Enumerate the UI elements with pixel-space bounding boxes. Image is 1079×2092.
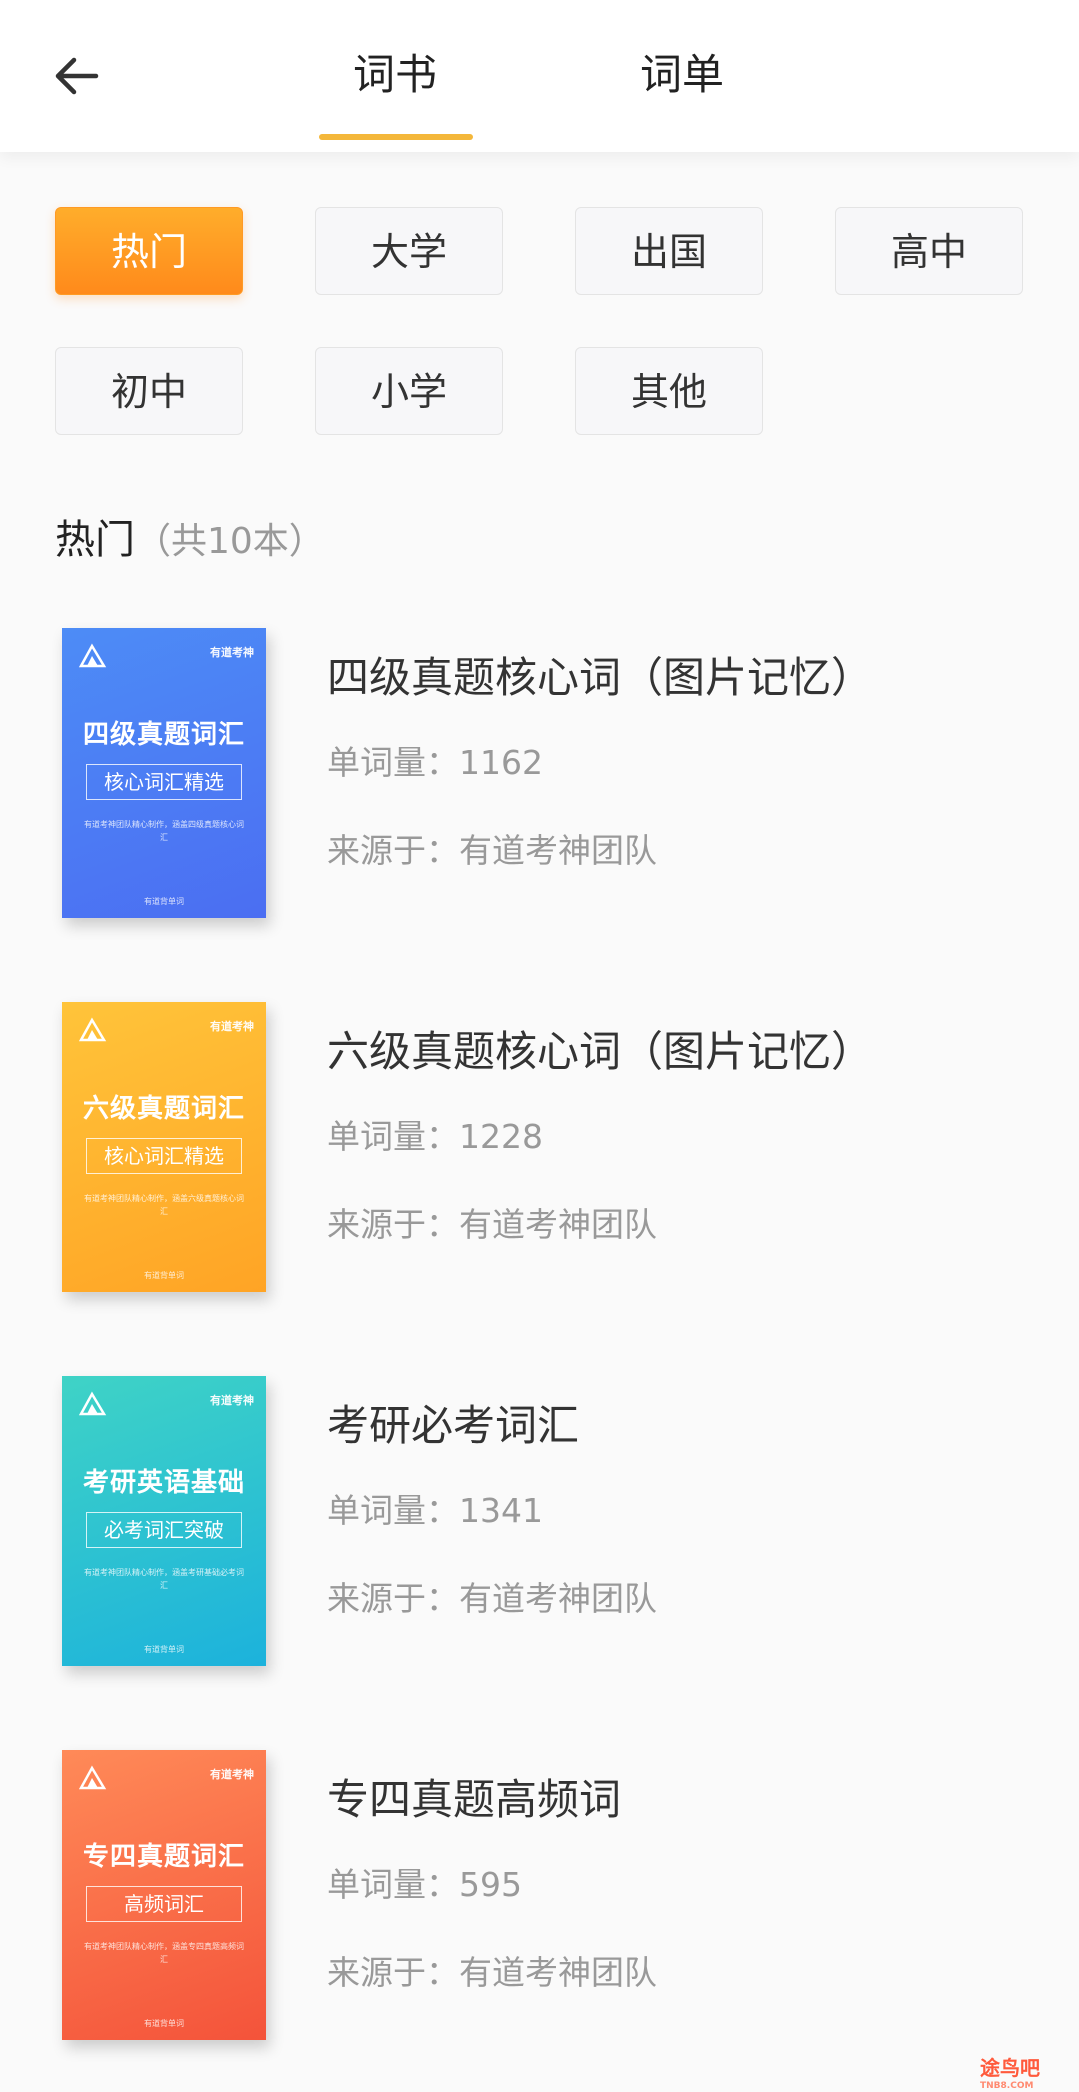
tab-word-books[interactable]: 词书 — [305, 40, 485, 110]
book-cover: 有道考神 四级真题词汇 核心词汇精选 有道考神团队精心制作，涵盖四级真题核心词汇… — [62, 628, 266, 918]
book-title: 专四真题高频词 — [327, 1775, 622, 1824]
cover-title: 考研英语基础 — [82, 1468, 245, 1498]
category-primary-school-chip[interactable]: 小学 — [315, 347, 503, 435]
book-word-count: 单词量：1162 — [327, 743, 543, 782]
cover-subtitle: 必考词汇突破 — [86, 1512, 242, 1548]
book-word-count: 单词量：1341 — [327, 1491, 543, 1530]
book-title: 考研必考词汇 — [327, 1401, 580, 1450]
book-word-count: 单词量：1228 — [327, 1117, 543, 1156]
book-source: 来源于：有道考神团队 — [327, 1953, 657, 1992]
page: 词书 词单 热门 大学 出国 高中 初中 小学 其他 热门（共10本） 有道考神… — [0, 0, 1079, 2092]
youdao-logo-icon — [78, 1391, 107, 1416]
book-cover: 有道考神 六级真题词汇 核心词汇精选 有道考神团队精心制作，涵盖六级真题核心词汇… — [62, 1002, 266, 1292]
section-title-label: 热门 — [55, 517, 135, 563]
book-word-count: 单词量：595 — [327, 1865, 522, 1904]
book-source: 来源于：有道考神团队 — [327, 831, 657, 870]
book-list-item[interactable]: 有道考神 专四真题词汇 高频词汇 有道考神团队精心制作，涵盖专四真题高频词汇 有… — [0, 1750, 1079, 2050]
cover-footer: 有道背单词 — [144, 897, 184, 906]
category-hot-chip[interactable]: 热门 — [55, 207, 243, 295]
book-title: 四级真题核心词（图片记忆） — [327, 653, 874, 702]
book-source: 来源于：有道考神团队 — [327, 1205, 657, 1244]
category-middle-school-chip[interactable]: 初中 — [55, 347, 243, 435]
section-title: 热门（共10本） — [55, 510, 325, 570]
cover-title: 六级真题词汇 — [82, 1094, 245, 1124]
tab-word-lists[interactable]: 词单 — [592, 40, 772, 110]
book-list-item[interactable]: 有道考神 四级真题词汇 核心词汇精选 有道考神团队精心制作，涵盖四级真题核心词汇… — [0, 628, 1079, 928]
back-button[interactable] — [44, 44, 108, 108]
youdao-logo-icon — [78, 1017, 107, 1042]
cover-footer: 有道背单词 — [144, 1645, 184, 1654]
book-source: 来源于：有道考神团队 — [327, 1579, 657, 1618]
category-high-school-chip[interactable]: 高中 — [835, 207, 1023, 295]
book-cover: 有道考神 考研英语基础 必考词汇突破 有道考神团队精心制作，涵盖考研基础必考词汇… — [62, 1376, 266, 1666]
book-cover: 有道考神 专四真题词汇 高频词汇 有道考神团队精心制作，涵盖专四真题高频词汇 有… — [62, 1750, 266, 2040]
youdao-logo-icon — [78, 1765, 107, 1790]
watermark-text: 途鸟吧 — [980, 2056, 1040, 2080]
site-watermark: 途鸟吧 TNB8.COM — [980, 2052, 1040, 2091]
cover-description: 有道考神团队精心制作，涵盖专四真题高频词汇 — [84, 1942, 244, 1964]
cover-brand: 有道考神 — [210, 1020, 254, 1033]
cover-description: 有道考神团队精心制作，涵盖四级真题核心词汇 — [84, 820, 244, 842]
cover-subtitle: 核心词汇精选 — [86, 1138, 242, 1174]
cover-footer: 有道背单词 — [144, 2019, 184, 2028]
cover-subtitle: 高频词汇 — [86, 1886, 242, 1922]
cover-footer: 有道背单词 — [144, 1271, 184, 1280]
category-abroad-chip[interactable]: 出国 — [575, 207, 763, 295]
cover-description: 有道考神团队精心制作，涵盖六级真题核心词汇 — [84, 1194, 244, 1216]
arrow-left-icon — [55, 57, 99, 95]
cover-title: 四级真题词汇 — [82, 720, 245, 750]
section-book-count: （共10本） — [135, 521, 325, 562]
youdao-logo-icon — [78, 643, 107, 668]
cover-subtitle: 核心词汇精选 — [86, 764, 242, 800]
category-university-chip[interactable]: 大学 — [315, 207, 503, 295]
category-other-chip[interactable]: 其他 — [575, 347, 763, 435]
cover-title: 专四真题词汇 — [82, 1842, 245, 1872]
active-tab-indicator — [319, 134, 473, 140]
cover-brand: 有道考神 — [210, 1768, 254, 1781]
book-title: 六级真题核心词（图片记忆） — [327, 1027, 874, 1076]
cover-description: 有道考神团队精心制作，涵盖考研基础必考词汇 — [84, 1568, 244, 1590]
top-bar: 词书 词单 — [0, 0, 1079, 152]
watermark-subtext: TNB8.COM — [980, 2081, 1034, 2091]
cover-brand: 有道考神 — [210, 646, 254, 659]
book-list-item[interactable]: 有道考神 六级真题词汇 核心词汇精选 有道考神团队精心制作，涵盖六级真题核心词汇… — [0, 1002, 1079, 1302]
book-list-item[interactable]: 有道考神 考研英语基础 必考词汇突破 有道考神团队精心制作，涵盖考研基础必考词汇… — [0, 1376, 1079, 1676]
cover-brand: 有道考神 — [210, 1394, 254, 1407]
